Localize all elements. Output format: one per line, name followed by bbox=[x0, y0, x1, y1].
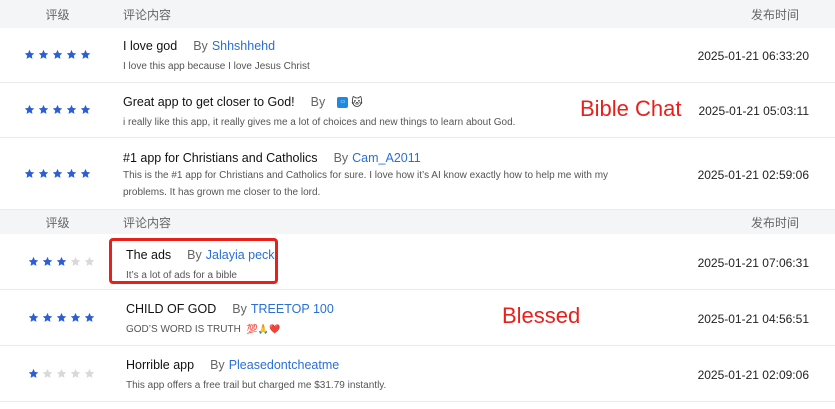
review-title: CHILD OF GOD bbox=[126, 302, 217, 316]
star-filled-icon bbox=[80, 49, 91, 59]
star-filled-icon bbox=[52, 104, 63, 114]
table-row: #1 app for Christians and Catholics By C… bbox=[0, 138, 835, 210]
header-content: 评论内容 bbox=[123, 215, 172, 230]
header-rating: 评级 bbox=[45, 7, 70, 22]
header-rating: 评级 bbox=[45, 215, 70, 230]
annotation-blessed: Blessed bbox=[502, 303, 581, 328]
star-filled-icon bbox=[28, 312, 39, 322]
review-body: I love this app because I love Jesus Chr… bbox=[123, 61, 310, 72]
yellow-emoji-icon[interactable]: 🐱 bbox=[351, 96, 362, 109]
star-filled-icon bbox=[24, 168, 35, 178]
annotation-bible-chat: Bible Chat bbox=[580, 96, 682, 121]
star-filled-icon bbox=[52, 49, 63, 59]
table1-header: 评级 评论内容 发布时间 bbox=[0, 0, 835, 28]
table-row: CHILD OF GOD By TREETOP 100 GOD’S WORD I… bbox=[0, 290, 835, 346]
review-title: Horrible app bbox=[126, 358, 195, 372]
publish-time: 2025-01-21 04:56:51 bbox=[697, 312, 809, 326]
star-empty-icon bbox=[84, 368, 95, 378]
by-label: By bbox=[232, 302, 247, 316]
star-rating bbox=[28, 312, 95, 323]
by-label: By bbox=[210, 358, 225, 372]
header-time: 发布时间 bbox=[750, 215, 799, 230]
star-filled-icon bbox=[56, 256, 67, 266]
review-title: Great app to get closer to God! bbox=[123, 95, 295, 109]
publish-time: 2025-01-21 06:33:20 bbox=[697, 49, 809, 63]
star-filled-icon bbox=[84, 312, 95, 322]
star-empty-icon bbox=[70, 256, 81, 266]
star-filled-icon bbox=[70, 312, 81, 322]
publish-time: 2025-01-21 07:06:31 bbox=[697, 256, 809, 270]
by-label: By bbox=[310, 95, 326, 109]
emoji-icons: 💯🙏❤️ bbox=[246, 324, 281, 334]
star-filled-icon bbox=[52, 168, 63, 178]
star-filled-icon bbox=[56, 312, 67, 322]
review-body: GOD’S WORD IS TRUTH bbox=[126, 324, 241, 335]
header-time: 发布时间 bbox=[750, 7, 799, 22]
review-title: I love god bbox=[123, 39, 178, 53]
star-filled-icon bbox=[28, 368, 39, 378]
author-link[interactable]: Cam_A2011 bbox=[352, 151, 421, 165]
star-filled-icon bbox=[42, 312, 53, 322]
table-row: Great app to get closer to God! By ▭ 🐱 i… bbox=[0, 83, 835, 138]
publish-time: 2025-01-21 02:09:06 bbox=[697, 368, 809, 382]
review-body: This is the #1 app for Christians and Ca… bbox=[123, 170, 609, 198]
author-link[interactable]: TREETOP 100 bbox=[251, 302, 334, 316]
star-rating bbox=[24, 168, 91, 179]
star-rating bbox=[28, 256, 95, 267]
star-filled-icon bbox=[24, 104, 35, 114]
star-filled-icon bbox=[80, 168, 91, 178]
by-label: By bbox=[193, 39, 208, 53]
star-empty-icon bbox=[42, 368, 53, 378]
star-filled-icon bbox=[38, 49, 49, 59]
table-row: I love god By Shhshhehd I love this app … bbox=[0, 28, 835, 83]
star-rating bbox=[24, 49, 91, 60]
star-rating bbox=[24, 104, 91, 115]
table2-header: 评级 评论内容 发布时间 bbox=[0, 210, 835, 234]
blue-app-icon[interactable]: ▭ bbox=[337, 96, 349, 108]
star-filled-icon bbox=[28, 256, 39, 266]
star-filled-icon bbox=[24, 49, 35, 59]
star-filled-icon bbox=[66, 104, 77, 114]
review-body: This app offers a free trail but charged… bbox=[126, 380, 387, 391]
highlight-box bbox=[109, 238, 278, 284]
star-rating bbox=[28, 368, 95, 379]
star-empty-icon bbox=[84, 256, 95, 266]
star-filled-icon bbox=[42, 256, 53, 266]
star-filled-icon bbox=[66, 49, 77, 59]
table-row: Horrible app By Pleasedontcheatme This a… bbox=[0, 346, 835, 402]
star-filled-icon bbox=[80, 104, 91, 114]
header-content: 评论内容 bbox=[123, 7, 172, 22]
author-link[interactable]: Pleasedontcheatme bbox=[229, 358, 340, 372]
star-empty-icon bbox=[70, 368, 81, 378]
by-label: By bbox=[333, 151, 349, 165]
star-filled-icon bbox=[66, 168, 77, 178]
publish-time: 2025-01-21 05:03:11 bbox=[698, 104, 809, 118]
review-body: i really like this app, it really gives … bbox=[123, 117, 516, 128]
star-filled-icon bbox=[38, 168, 49, 178]
star-empty-icon bbox=[56, 368, 67, 378]
publish-time: 2025-01-21 02:59:06 bbox=[697, 168, 809, 182]
author-link[interactable]: Shhshhehd bbox=[212, 39, 275, 53]
review-title: #1 app for Christians and Catholics bbox=[123, 151, 318, 165]
star-filled-icon bbox=[38, 104, 49, 114]
